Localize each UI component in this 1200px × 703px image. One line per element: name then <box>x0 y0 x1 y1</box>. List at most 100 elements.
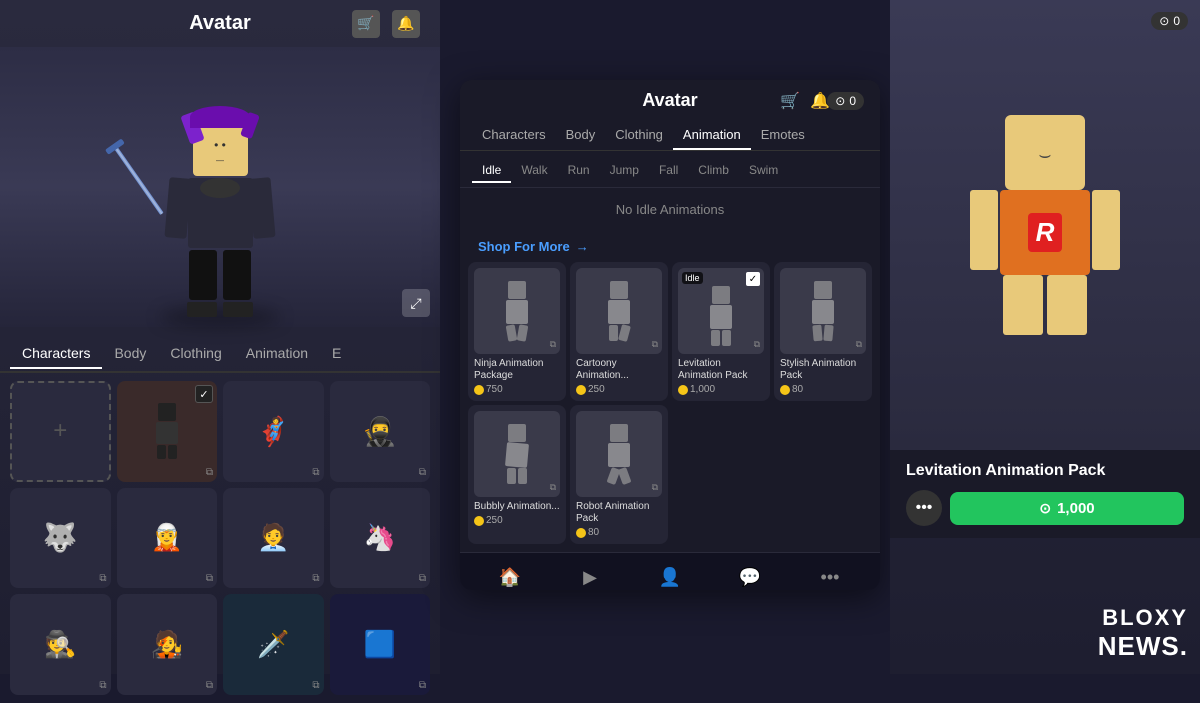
left-nav-clothing[interactable]: Clothing <box>158 339 233 367</box>
character-left-arm <box>970 190 998 270</box>
more-options-button[interactable]: ••• <box>906 490 942 526</box>
character-item[interactable]: 🟦 ⧉ <box>330 594 431 695</box>
coin-icon <box>576 528 586 538</box>
left-header: Avatar 🛒 🔔 <box>0 0 440 47</box>
center-nav-characters[interactable]: Characters <box>472 121 556 150</box>
character-item[interactable]: ✓ ⧉ <box>117 381 218 482</box>
left-header-icons: 🛒 🔔 <box>352 10 420 38</box>
anim-walk-tab[interactable]: Walk <box>511 159 557 183</box>
character-legs <box>1003 275 1087 335</box>
shop-item-bubbly[interactable]: ⧉ Bubbly Animation... 250 <box>468 405 566 544</box>
center-coin-value: 0 <box>849 94 856 108</box>
play-nav-button[interactable]: ▶ <box>576 563 604 590</box>
character-item[interactable]: 🧑‍🎤 ⧉ <box>117 594 218 695</box>
shop-item-price: 250 <box>576 384 662 395</box>
shop-item-name: Bubbly Animation... <box>474 501 560 513</box>
character-item[interactable]: 🦸 ⧉ <box>223 381 324 482</box>
buy-price: 1,000 <box>1057 500 1095 517</box>
bell-icon[interactable]: 🔔 <box>392 10 420 38</box>
center-nav-clothing[interactable]: Clothing <box>605 121 673 150</box>
character-torso: R <box>1000 190 1090 275</box>
shop-more-link[interactable]: → <box>576 239 589 254</box>
price-value: 250 <box>588 384 605 395</box>
buy-button[interactable]: ⊙ 1,000 <box>950 492 1184 525</box>
right-panel: ⊙ 0 ⌣ R Levitation Animation <box>890 0 1200 674</box>
copy-icon: ⧉ <box>419 467 426 478</box>
copy-icon: ⧉ <box>652 482 658 493</box>
center-cart-icon[interactable]: 🛒 <box>780 91 800 111</box>
character-item[interactable]: 🧑‍💼 ⧉ <box>223 488 324 589</box>
avatar-preview: • •— <box>0 47 440 327</box>
price-value: 1,000 <box>690 384 715 395</box>
center-nav-emotes[interactable]: Emotes <box>751 121 815 150</box>
character-head: ⌣ <box>1005 115 1085 190</box>
right-coin-badge: ⊙ 0 <box>1151 12 1188 30</box>
copy-icon: ⧉ <box>312 573 319 584</box>
shop-item-name: Robot Animation Pack <box>576 501 662 525</box>
left-nav-animation[interactable]: Animation <box>234 339 320 367</box>
character-item[interactable]: 🗡️ ⧉ <box>223 594 324 695</box>
shop-item-name: Levitation Animation Pack <box>678 358 764 382</box>
expand-button[interactable]: ⤢ <box>402 289 430 317</box>
center-coin-badge: ⊙ 0 <box>827 92 864 110</box>
add-character-button[interactable]: + <box>10 381 111 482</box>
anim-climb-tab[interactable]: Climb <box>688 159 739 183</box>
copy-icon: ⧉ <box>856 339 862 350</box>
shop-item-image: ⧉ <box>576 411 662 497</box>
copy-icon: ⧉ <box>312 467 319 478</box>
copy-icon: ⧉ <box>754 339 760 350</box>
anim-idle-tab[interactable]: Idle <box>472 159 511 183</box>
shop-item-levitation[interactable]: Idle ✓ ⧉ Levitation Animation Pack 1,000 <box>672 262 770 401</box>
shop-item-cartoony[interactable]: ⧉ Cartoony Animation... 250 <box>570 262 668 401</box>
character-item[interactable]: 🦄 ⧉ <box>330 488 431 589</box>
anim-jump-tab[interactable]: Jump <box>600 159 649 183</box>
roblox-logo: R <box>1028 213 1063 252</box>
avatar-nav-button[interactable]: 👤 <box>656 563 684 590</box>
more-nav-button[interactable]: ••• <box>816 563 844 590</box>
shop-item-robot[interactable]: ⧉ Robot Animation Pack 80 <box>570 405 668 544</box>
shop-item-stylish[interactable]: ⧉ Stylish Animation Pack 80 <box>774 262 872 401</box>
right-actions: ••• ⊙ 1,000 <box>906 490 1184 526</box>
anim-run-tab[interactable]: Run <box>558 159 600 183</box>
idle-badge: Idle <box>682 272 703 284</box>
price-value: 80 <box>792 384 803 395</box>
home-nav-button[interactable]: 🏠 <box>496 563 524 590</box>
left-nav-more[interactable]: E <box>320 339 353 367</box>
no-animations-text: No Idle Animations <box>460 188 880 231</box>
shop-item-price: 250 <box>474 515 560 526</box>
copy-icon: ⧉ <box>312 680 319 691</box>
shop-item-image: ⧉ <box>474 411 560 497</box>
left-nav-body[interactable]: Body <box>102 339 158 367</box>
anim-fall-tab[interactable]: Fall <box>649 159 688 183</box>
coin-icon <box>678 385 688 395</box>
copy-icon: ⧉ <box>206 467 213 478</box>
shop-item-image: Idle ✓ ⧉ <box>678 268 764 354</box>
center-nav-animation[interactable]: Animation <box>673 121 751 150</box>
right-coin-value: 0 <box>1173 14 1180 28</box>
cart-icon[interactable]: 🛒 <box>352 10 380 38</box>
character-item[interactable]: 🐺 ⧉ <box>10 488 111 589</box>
center-panel-title: Avatar <box>642 90 697 111</box>
coin-icon <box>780 385 790 395</box>
shop-item-image: ⧉ <box>474 268 560 354</box>
price-value: 80 <box>588 527 599 538</box>
left-panel-title: Avatar <box>189 12 251 35</box>
anim-swim-tab[interactable]: Swim <box>739 159 788 183</box>
shop-item-name: Stylish Animation Pack <box>780 358 866 382</box>
center-panel: Avatar 🛒 🔔 ⊙ 0 Characters Body Clothing … <box>460 80 880 590</box>
character-right-arm <box>1092 190 1120 270</box>
copy-icon: ⧉ <box>99 680 106 691</box>
bloxy-line1: BLOXY <box>1102 605 1188 631</box>
copy-icon: ⧉ <box>550 482 556 493</box>
character-item[interactable]: 🥷 ⧉ <box>330 381 431 482</box>
bottom-navigation: 🏠 ▶ 👤 💬 ••• <box>460 552 880 590</box>
character-item[interactable]: 🕵️ ⧉ <box>10 594 111 695</box>
center-nav-body[interactable]: Body <box>556 121 606 150</box>
left-nav-characters[interactable]: Characters <box>10 339 102 369</box>
character-item[interactable]: 🧝 ⧉ <box>117 488 218 589</box>
shop-item-image: ⧉ <box>780 268 866 354</box>
bloxy-line2: NEWS. <box>1098 631 1188 662</box>
chat-nav-button[interactable]: 💬 <box>736 563 764 590</box>
animation-sub-navigation: Idle Walk Run Jump Fall Climb Swim <box>460 151 880 188</box>
shop-item-ninja[interactable]: ⧉ Ninja Animation Package 750 <box>468 262 566 401</box>
